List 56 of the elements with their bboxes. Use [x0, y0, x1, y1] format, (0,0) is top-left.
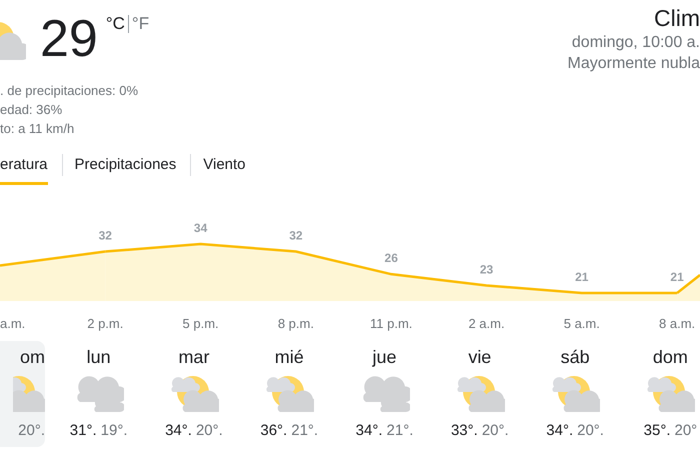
day-name: jue: [372, 346, 397, 368]
time-label: 5 p.m.: [182, 316, 219, 331]
low-temperature: 20°: [674, 422, 698, 439]
high-temperature: 34°.: [165, 422, 192, 439]
low-temperature: 21°.: [386, 422, 414, 439]
low-temperature: 21°.: [291, 422, 318, 439]
condition: Mayormente nubla: [567, 54, 700, 74]
low-temperature: 19°.: [100, 422, 128, 439]
partly-cloudy-icon: [168, 374, 219, 414]
partly-cloudy-icon: [550, 374, 600, 414]
partly-cloudy-icon: [454, 374, 505, 414]
day-name: mié: [274, 346, 304, 368]
unit-toggle[interactable]: °F: [132, 14, 150, 34]
value-label: 26: [384, 251, 398, 266]
temperature: 29: [40, 18, 98, 60]
time-label: a.m.: [0, 316, 26, 331]
location-title: Clim: [654, 4, 700, 32]
tab[interactable]: eratura: [0, 151, 48, 185]
day-name: om: [20, 346, 45, 368]
time-label: 8 a.m.: [659, 316, 696, 331]
time-label: 2 p.m.: [87, 316, 124, 331]
high-temperature: 35°.: [644, 422, 670, 439]
low-temperature: 20°.: [18, 422, 45, 439]
day-name: dom: [652, 346, 688, 368]
weather-detail: edad: 36%: [0, 101, 64, 119]
time-label: 11 p.m.: [370, 316, 412, 331]
high-temperature: 36°.: [260, 422, 288, 439]
low-temperature: 20°.: [577, 422, 604, 439]
tab[interactable]: Viento: [203, 151, 246, 185]
value-label: 21: [670, 270, 684, 284]
day-name: lun: [86, 346, 111, 368]
tab[interactable]: Precipitaciones: [74, 151, 176, 185]
day-name: sáb: [560, 346, 590, 368]
high-temperature: 34°.: [546, 422, 574, 439]
day-name: vie: [468, 346, 492, 368]
low-temperature: 20°.: [196, 422, 223, 439]
partly-cloudy-icon: [264, 374, 314, 414]
value-label: 21: [575, 270, 588, 284]
day-card[interactable]: om 20°.: [0, 341, 45, 447]
high-temperature: 33°.: [450, 422, 478, 439]
value-label: 32: [289, 228, 303, 243]
value-label: 32: [98, 228, 112, 243]
time-label: 5 a.m.: [564, 316, 600, 331]
day-name: mar: [178, 346, 210, 368]
weather-detail: to: a 11 km/h: [0, 120, 76, 138]
value-label: 23: [480, 262, 494, 276]
time-label: 2 a.m.: [468, 316, 505, 331]
low-temperature: 20°.: [482, 422, 509, 439]
high-temperature: 34°.: [356, 422, 383, 439]
value-label: 34: [194, 221, 208, 235]
weather-detail: . de precipitaciones: 0%: [0, 82, 140, 100]
date-time: domingo, 10:00 a.: [572, 33, 700, 53]
unit-toggle[interactable]: °C: [106, 14, 125, 34]
high-temperature: 31°.: [70, 422, 97, 439]
time-label: 8 p.m.: [278, 316, 314, 331]
partly-cloudy-icon: [645, 374, 696, 414]
